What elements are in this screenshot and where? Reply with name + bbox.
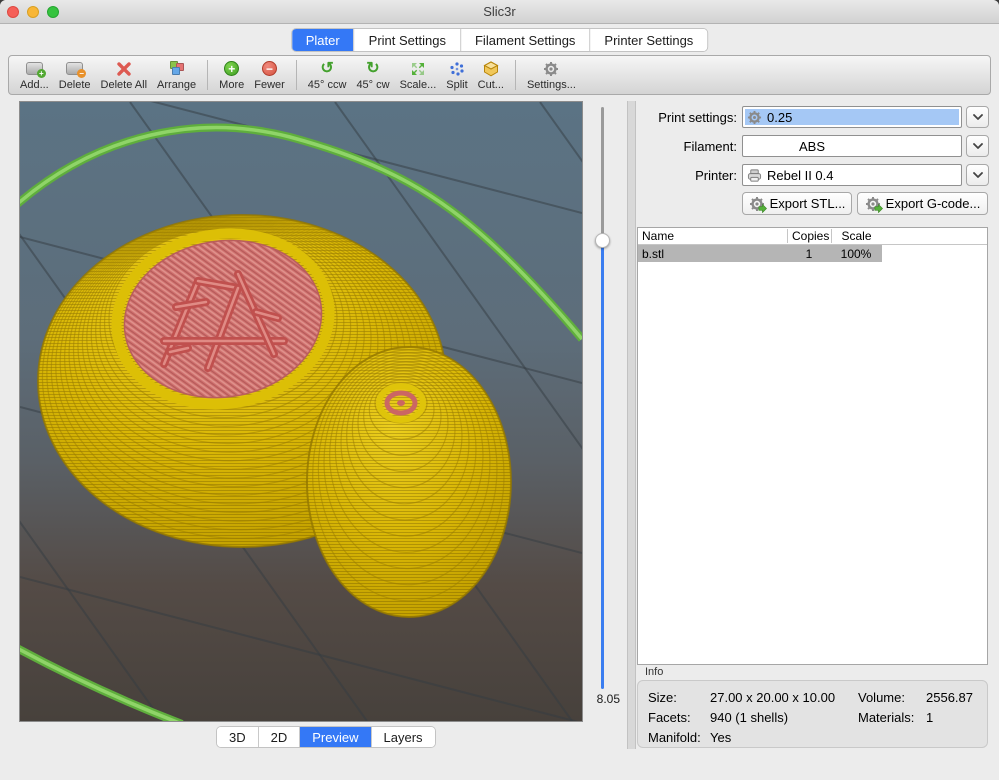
export-gcode-icon [865,196,881,212]
column-header-copies[interactable]: Copies [787,229,831,243]
column-header-scale[interactable]: Scale [831,229,881,243]
object-list-header: Name Copies Scale [638,228,987,245]
toolbar-separator [207,60,208,90]
split-button[interactable]: Split [441,56,472,92]
delete-all-icon [116,59,132,78]
sliced-object-small [307,347,511,617]
more-icon: + [224,59,239,78]
panel-splitter[interactable] [627,101,636,749]
window-title: Slic3r [0,4,999,19]
volume-value: 2556.87 [926,690,977,705]
rotate-ccw-icon: ↺ [320,59,333,78]
add-button[interactable]: + Add... [15,56,54,92]
delete-button[interactable]: − Delete [54,56,96,92]
chevron-down-icon [973,143,983,149]
tab-bar: Plater Print Settings Filament Settings … [0,24,999,54]
delete-all-button[interactable]: Delete All [96,56,152,92]
facets-value: 940 (1 shells) [710,710,858,725]
print-settings-dropdown-button[interactable] [966,106,989,128]
printer-dropdown-button[interactable] [966,164,989,186]
export-gcode-button[interactable]: Export G-code... [857,192,988,215]
add-icon: + [26,59,43,78]
scale-button[interactable]: Scale... [395,56,442,92]
view-switch: 3D 2D Preview Layers [216,726,436,748]
arrange-button[interactable]: Arrange [152,56,201,92]
view-3d-button[interactable]: 3D [217,727,258,747]
slider-track[interactable] [601,107,604,234]
export-stl-button[interactable]: Export STL... [742,192,852,215]
chevron-down-icon [973,172,983,178]
fewer-icon: − [262,59,277,78]
view-preview-button[interactable]: Preview [299,727,370,747]
table-row[interactable]: b.stl 1 100% [638,245,882,262]
delete-icon: − [66,59,83,78]
tab-plater[interactable]: Plater [292,29,354,51]
column-header-name[interactable]: Name [638,229,787,243]
size-label: Size: [648,690,710,705]
filament-dropdown-button[interactable] [966,135,989,157]
slider-thumb[interactable] [595,233,610,248]
cut-button[interactable]: Cut... [473,56,509,92]
gear-icon [747,110,762,125]
arrange-icon [168,59,186,78]
view-layers-button[interactable]: Layers [371,727,435,747]
filament-label: Filament: [637,139,737,154]
scale-icon [410,59,426,78]
printer-label: Printer: [637,168,737,183]
slider-fill[interactable] [601,234,604,689]
tab-printer-settings[interactable]: Printer Settings [589,29,707,51]
info-section-label: Info [645,666,663,678]
more-button[interactable]: + More [214,56,249,92]
toolbar-separator [515,60,516,90]
chevron-down-icon [973,114,983,120]
gear-icon [543,59,559,78]
rotate-ccw-button[interactable]: ↺ 45° ccw [303,56,352,92]
manifold-value: Yes [710,730,858,745]
titlebar: Slic3r [0,0,999,24]
settings-button[interactable]: Settings... [522,56,581,92]
tab-filament-settings[interactable]: Filament Settings [460,29,589,51]
printer-select[interactable]: Rebel II 0.4 [742,164,962,186]
fewer-button[interactable]: − Fewer [249,56,290,92]
tab-print-settings[interactable]: Print Settings [354,29,460,51]
toolbar-separator [296,60,297,90]
view-2d-button[interactable]: 2D [258,727,300,747]
3d-preview-viewport[interactable] [19,101,583,722]
rotate-cw-button[interactable]: ↻ 45° cw [351,56,394,92]
materials-label: Materials: [858,710,926,725]
app-window: Slic3r Plater Print Settings Filament Se… [0,0,999,780]
print-settings-label: Print settings: [637,110,737,125]
print-settings-select[interactable]: 0.25 [742,106,962,128]
split-icon [449,59,465,78]
rotate-cw-icon: ↻ [366,59,379,78]
toolbar: + Add... − Delete Delete All Arrange + M… [8,55,991,95]
layer-height-value: 8.05 [584,692,620,706]
volume-label: Volume: [858,690,926,705]
layer-slider[interactable] [600,107,605,689]
export-stl-icon [749,196,765,212]
materials-value: 1 [926,710,977,725]
facets-label: Facets: [648,710,710,725]
cut-icon [483,59,499,78]
printer-icon [747,168,762,183]
size-value: 27.00 x 20.00 x 10.00 [710,690,858,705]
object-list: Name Copies Scale b.stl 1 100% [637,227,988,665]
manifold-label: Manifold: [648,730,710,745]
info-panel: Size: 27.00 x 20.00 x 10.00 Volume: 2556… [637,680,988,748]
filament-select[interactable]: ABS [742,135,962,157]
